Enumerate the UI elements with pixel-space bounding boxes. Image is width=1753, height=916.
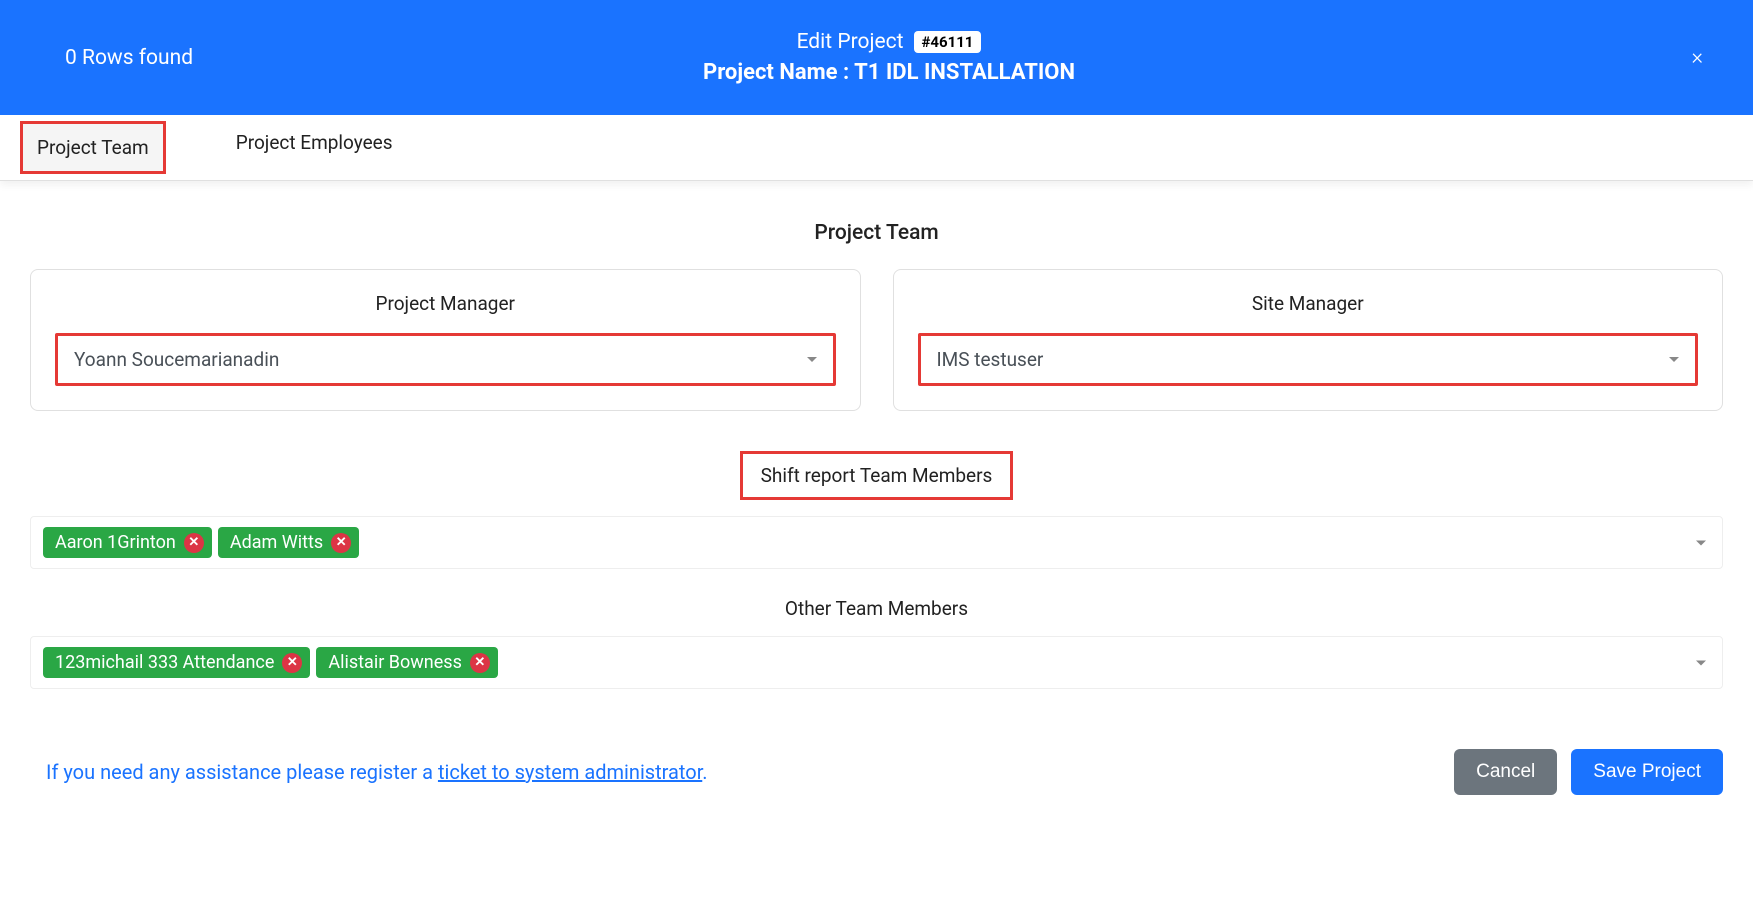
shift-report-heading-wrap: Shift report Team Members xyxy=(30,451,1723,500)
modal-title: Edit Project xyxy=(797,30,904,54)
tab-project-team[interactable]: Project Team xyxy=(20,121,166,174)
remove-icon[interactable]: ✕ xyxy=(282,653,302,673)
project-manager-select[interactable]: Yoann Soucemarianadin xyxy=(55,333,836,386)
shift-report-heading: Shift report Team Members xyxy=(740,451,1014,500)
tag-item: 123michail 333 Attendance ✕ xyxy=(43,647,310,678)
other-members-heading: Other Team Members xyxy=(30,597,1723,620)
modal-content: Project Team Project Manager Yoann Souce… xyxy=(0,181,1753,709)
header-center: Edit Project #46111 Project Name : T1 ID… xyxy=(65,30,1713,85)
help-link[interactable]: ticket to system administrator xyxy=(438,760,702,784)
remove-icon[interactable]: ✕ xyxy=(470,653,490,673)
project-manager-card: Project Manager Yoann Soucemarianadin xyxy=(30,269,861,411)
other-members-multiselect[interactable]: 123michail 333 Attendance ✕ Alistair Bow… xyxy=(30,636,1723,689)
help-text: If you need any assistance please regist… xyxy=(46,760,708,784)
remove-icon[interactable]: ✕ xyxy=(331,533,351,553)
help-suffix: . xyxy=(702,760,707,784)
cancel-button[interactable]: Cancel xyxy=(1454,749,1557,795)
section-title-project-team: Project Team xyxy=(30,221,1723,245)
tag-label: 123michail 333 Attendance xyxy=(55,652,274,673)
project-name-value: T1 IDL INSTALLATION xyxy=(854,60,1075,85)
tab-bar: Project Team Project Employees xyxy=(0,115,1753,181)
tag-label: Alistair Bowness xyxy=(328,652,461,673)
footer-buttons: Cancel Save Project xyxy=(1454,749,1723,795)
project-name-subtitle: Project Name : T1 IDL INSTALLATION xyxy=(65,60,1713,85)
project-id-badge: #46111 xyxy=(914,31,982,53)
chevron-down-icon xyxy=(1696,660,1706,665)
close-icon[interactable]: × xyxy=(1691,47,1703,69)
site-manager-select[interactable]: IMS testuser xyxy=(918,333,1699,386)
save-project-button[interactable]: Save Project xyxy=(1571,749,1723,795)
tab-project-employees[interactable]: Project Employees xyxy=(226,115,403,180)
site-manager-label: Site Manager xyxy=(918,292,1699,315)
remove-icon[interactable]: ✕ xyxy=(184,533,204,553)
chevron-down-icon xyxy=(1669,357,1679,362)
site-manager-card: Site Manager IMS testuser xyxy=(893,269,1724,411)
help-prefix: If you need any assistance please regist… xyxy=(46,760,438,784)
chevron-down-icon xyxy=(807,357,817,362)
project-name-label: Project Name : xyxy=(703,60,849,85)
chevron-down-icon xyxy=(1696,540,1706,545)
tag-label: Aaron 1Grinton xyxy=(55,532,176,553)
tag-label: Adam Witts xyxy=(230,532,323,553)
tag-item: Aaron 1Grinton ✕ xyxy=(43,527,212,558)
project-manager-value: Yoann Soucemarianadin xyxy=(74,348,279,371)
project-manager-label: Project Manager xyxy=(55,292,836,315)
rows-found-text: 0 Rows found xyxy=(65,46,193,70)
site-manager-value: IMS testuser xyxy=(937,348,1044,371)
tag-item: Adam Witts ✕ xyxy=(218,527,359,558)
shift-report-multiselect[interactable]: Aaron 1Grinton ✕ Adam Witts ✕ xyxy=(30,516,1723,569)
modal-footer: If you need any assistance please regist… xyxy=(0,709,1753,825)
tag-item: Alistair Bowness ✕ xyxy=(316,647,497,678)
manager-row: Project Manager Yoann Soucemarianadin Si… xyxy=(30,269,1723,411)
modal-header: 0 Rows found Edit Project #46111 Project… xyxy=(0,0,1753,115)
